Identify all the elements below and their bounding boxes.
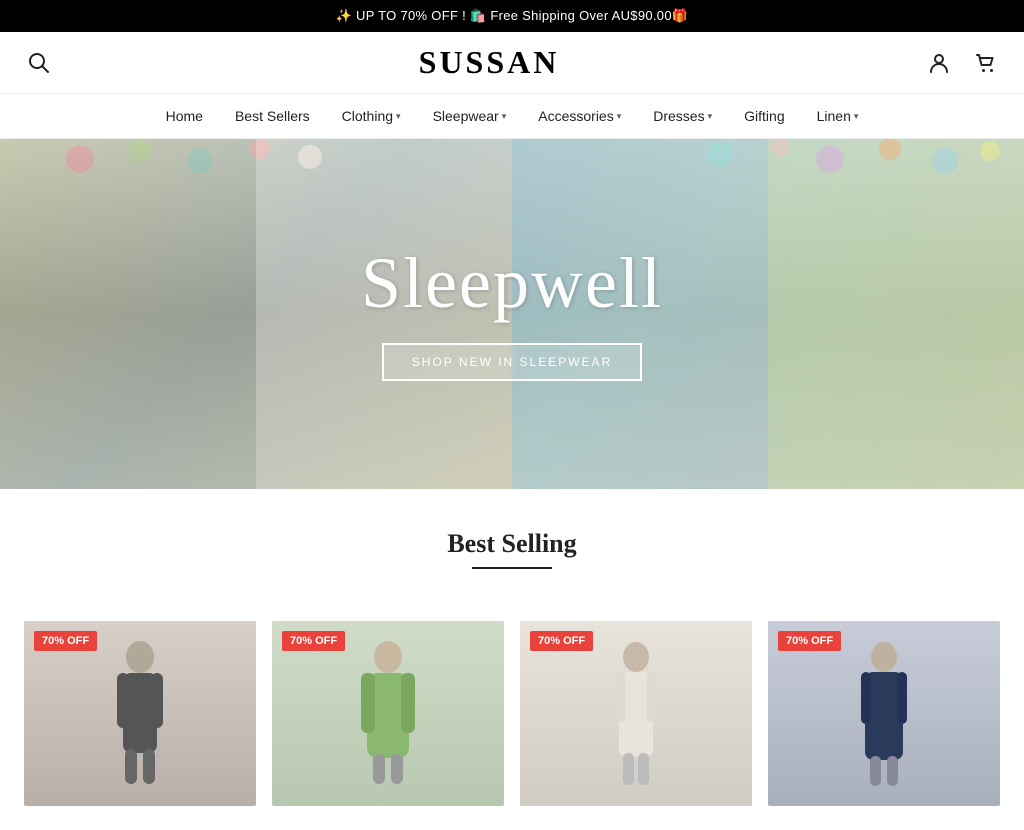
cart-icon bbox=[974, 52, 996, 74]
dresses-chevron-icon: ▾ bbox=[708, 111, 713, 122]
product-card-4[interactable]: 70% OFF bbox=[768, 621, 1000, 806]
announcement-text: ✨ UP TO 70% OFF ! 🛍️ Free Shipping Over … bbox=[336, 8, 689, 23]
account-button[interactable] bbox=[924, 48, 954, 78]
best-selling-underline bbox=[472, 567, 552, 569]
product-card-1[interactable]: 70% OFF bbox=[24, 621, 256, 806]
nav-item-sleepwear[interactable]: Sleepwear ▾ bbox=[421, 94, 519, 138]
product-2-figure bbox=[353, 639, 423, 789]
hero-banner: Sleepwell SHOP NEW IN SLEEPWEAR bbox=[0, 139, 1024, 489]
product-3-figure bbox=[601, 639, 671, 789]
best-selling-section: Best Selling bbox=[0, 489, 1024, 621]
product-4-figure bbox=[849, 639, 919, 789]
accessories-chevron-icon: ▾ bbox=[617, 111, 622, 122]
header: SUSSAN bbox=[0, 32, 1024, 94]
logo[interactable]: SUSSAN bbox=[419, 44, 560, 81]
search-button[interactable] bbox=[24, 48, 54, 78]
product-1-badge: 70% OFF bbox=[34, 631, 97, 651]
product-1-figure bbox=[105, 639, 175, 789]
product-2-badge: 70% OFF bbox=[282, 631, 345, 651]
hero-title: Sleepwell bbox=[361, 247, 663, 319]
hero-content: Sleepwell SHOP NEW IN SLEEPWEAR bbox=[361, 247, 663, 381]
linen-chevron-icon: ▾ bbox=[854, 111, 859, 122]
sleepwear-chevron-icon: ▾ bbox=[502, 111, 507, 122]
hero-person-4 bbox=[768, 139, 1024, 489]
nav-item-dresses[interactable]: Dresses ▾ bbox=[641, 94, 724, 138]
clothing-chevron-icon: ▾ bbox=[396, 111, 401, 122]
product-3-badge: 70% OFF bbox=[530, 631, 593, 651]
best-selling-title: Best Selling bbox=[24, 529, 1000, 559]
nav-item-best-sellers[interactable]: Best Sellers bbox=[223, 94, 322, 138]
hero-person-1 bbox=[0, 139, 256, 489]
product-card-2[interactable]: 70% OFF bbox=[272, 621, 504, 806]
nav-item-gifting[interactable]: Gifting bbox=[732, 94, 796, 138]
product-card-3[interactable]: 70% OFF bbox=[520, 621, 752, 806]
nav-item-clothing[interactable]: Clothing ▾ bbox=[330, 94, 413, 138]
header-right-icons bbox=[924, 48, 1000, 78]
nav-item-accessories[interactable]: Accessories ▾ bbox=[526, 94, 633, 138]
nav-item-home[interactable]: Home bbox=[154, 94, 215, 138]
main-nav: Home Best Sellers Clothing ▾ Sleepwear ▾… bbox=[0, 94, 1024, 139]
product-grid: 70% OFF 70% OFF bbox=[0, 621, 1024, 830]
hero-cta-button[interactable]: SHOP NEW IN SLEEPWEAR bbox=[382, 343, 642, 381]
account-icon bbox=[928, 52, 950, 74]
nav-item-linen[interactable]: Linen ▾ bbox=[805, 94, 871, 138]
search-icon bbox=[28, 52, 50, 74]
product-4-badge: 70% OFF bbox=[778, 631, 841, 651]
announcement-bar: ✨ UP TO 70% OFF ! 🛍️ Free Shipping Over … bbox=[0, 0, 1024, 32]
cart-button[interactable] bbox=[970, 48, 1000, 78]
